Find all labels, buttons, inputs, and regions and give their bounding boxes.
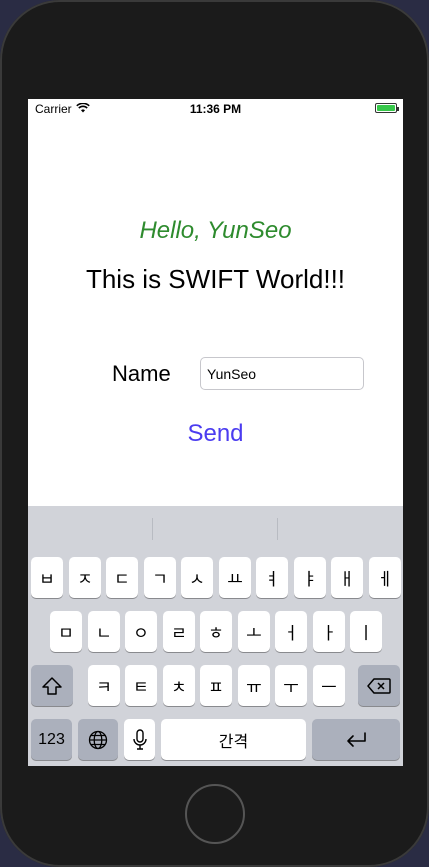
key-o[interactable]: ㅗ bbox=[238, 611, 270, 652]
status-bar: Carrier 11:36 PM bbox=[28, 99, 403, 119]
key-nieun[interactable]: ㄴ bbox=[88, 611, 120, 652]
key-eu[interactable]: ㅡ bbox=[313, 665, 345, 706]
key-eo[interactable]: ㅓ bbox=[275, 611, 307, 652]
numbers-key[interactable]: 123 bbox=[31, 719, 72, 760]
send-button[interactable]: Send bbox=[28, 419, 403, 449]
home-button[interactable] bbox=[185, 784, 245, 844]
key-giyeok[interactable]: ㄱ bbox=[144, 557, 176, 598]
backspace-icon bbox=[367, 677, 391, 694]
key-e[interactable]: ㅔ bbox=[369, 557, 401, 598]
return-key[interactable] bbox=[312, 719, 400, 760]
key-i[interactable]: ㅣ bbox=[350, 611, 382, 652]
greeting-label: Hello, YunSeo bbox=[139, 217, 292, 244]
prediction-bar bbox=[28, 506, 403, 550]
key-a[interactable]: ㅏ bbox=[313, 611, 345, 652]
key-yo[interactable]: ㅛ bbox=[219, 557, 251, 598]
prediction-divider bbox=[152, 518, 153, 540]
shift-key[interactable] bbox=[31, 665, 73, 706]
prediction-divider bbox=[277, 518, 278, 540]
key-rieul[interactable]: ㄹ bbox=[163, 611, 195, 652]
headline-label: This is SWIFT World!!! bbox=[85, 264, 346, 294]
space-key[interactable]: 간격 bbox=[161, 719, 306, 760]
dictation-key[interactable] bbox=[124, 719, 155, 760]
screen: Carrier 11:36 PM Hello, YunSeo This is S… bbox=[28, 99, 403, 766]
phone-frame: Carrier 11:36 PM Hello, YunSeo This is S… bbox=[0, 0, 429, 867]
key-bieup[interactable]: ㅂ bbox=[31, 557, 63, 598]
backspace-key[interactable] bbox=[358, 665, 400, 706]
keyboard: ㅂ ㅈ ㄷ ㄱ ㅅ ㅛ ㅕ ㅑ ㅐ ㅔ ㅁ ㄴ ㅇ ㄹ ㅎ ㅗ ㅓ ㅏ ㅣ ㅋ … bbox=[28, 506, 403, 766]
name-input[interactable] bbox=[200, 357, 364, 390]
key-yeo[interactable]: ㅕ bbox=[256, 557, 288, 598]
key-ya[interactable]: ㅑ bbox=[294, 557, 326, 598]
key-hieut[interactable]: ㅎ bbox=[200, 611, 232, 652]
key-ieung[interactable]: ㅇ bbox=[125, 611, 157, 652]
globe-key[interactable] bbox=[78, 719, 118, 760]
return-icon bbox=[345, 731, 367, 748]
status-time: 11:36 PM bbox=[189, 102, 242, 116]
key-chieut[interactable]: ㅊ bbox=[163, 665, 195, 706]
microphone-icon bbox=[132, 728, 147, 751]
key-tieut[interactable]: ㅌ bbox=[125, 665, 157, 706]
key-yu[interactable]: ㅠ bbox=[238, 665, 270, 706]
shift-icon bbox=[42, 676, 62, 695]
key-jieut[interactable]: ㅈ bbox=[69, 557, 101, 598]
key-digeut[interactable]: ㄷ bbox=[106, 557, 138, 598]
name-label: Name bbox=[112, 361, 171, 386]
globe-icon bbox=[88, 730, 108, 750]
key-ae[interactable]: ㅐ bbox=[331, 557, 363, 598]
battery-icon bbox=[375, 103, 399, 113]
key-kieuk[interactable]: ㅋ bbox=[88, 665, 120, 706]
key-siot[interactable]: ㅅ bbox=[181, 557, 213, 598]
key-pieup[interactable]: ㅍ bbox=[200, 665, 232, 706]
key-mieum[interactable]: ㅁ bbox=[50, 611, 82, 652]
key-u[interactable]: ㅜ bbox=[275, 665, 307, 706]
